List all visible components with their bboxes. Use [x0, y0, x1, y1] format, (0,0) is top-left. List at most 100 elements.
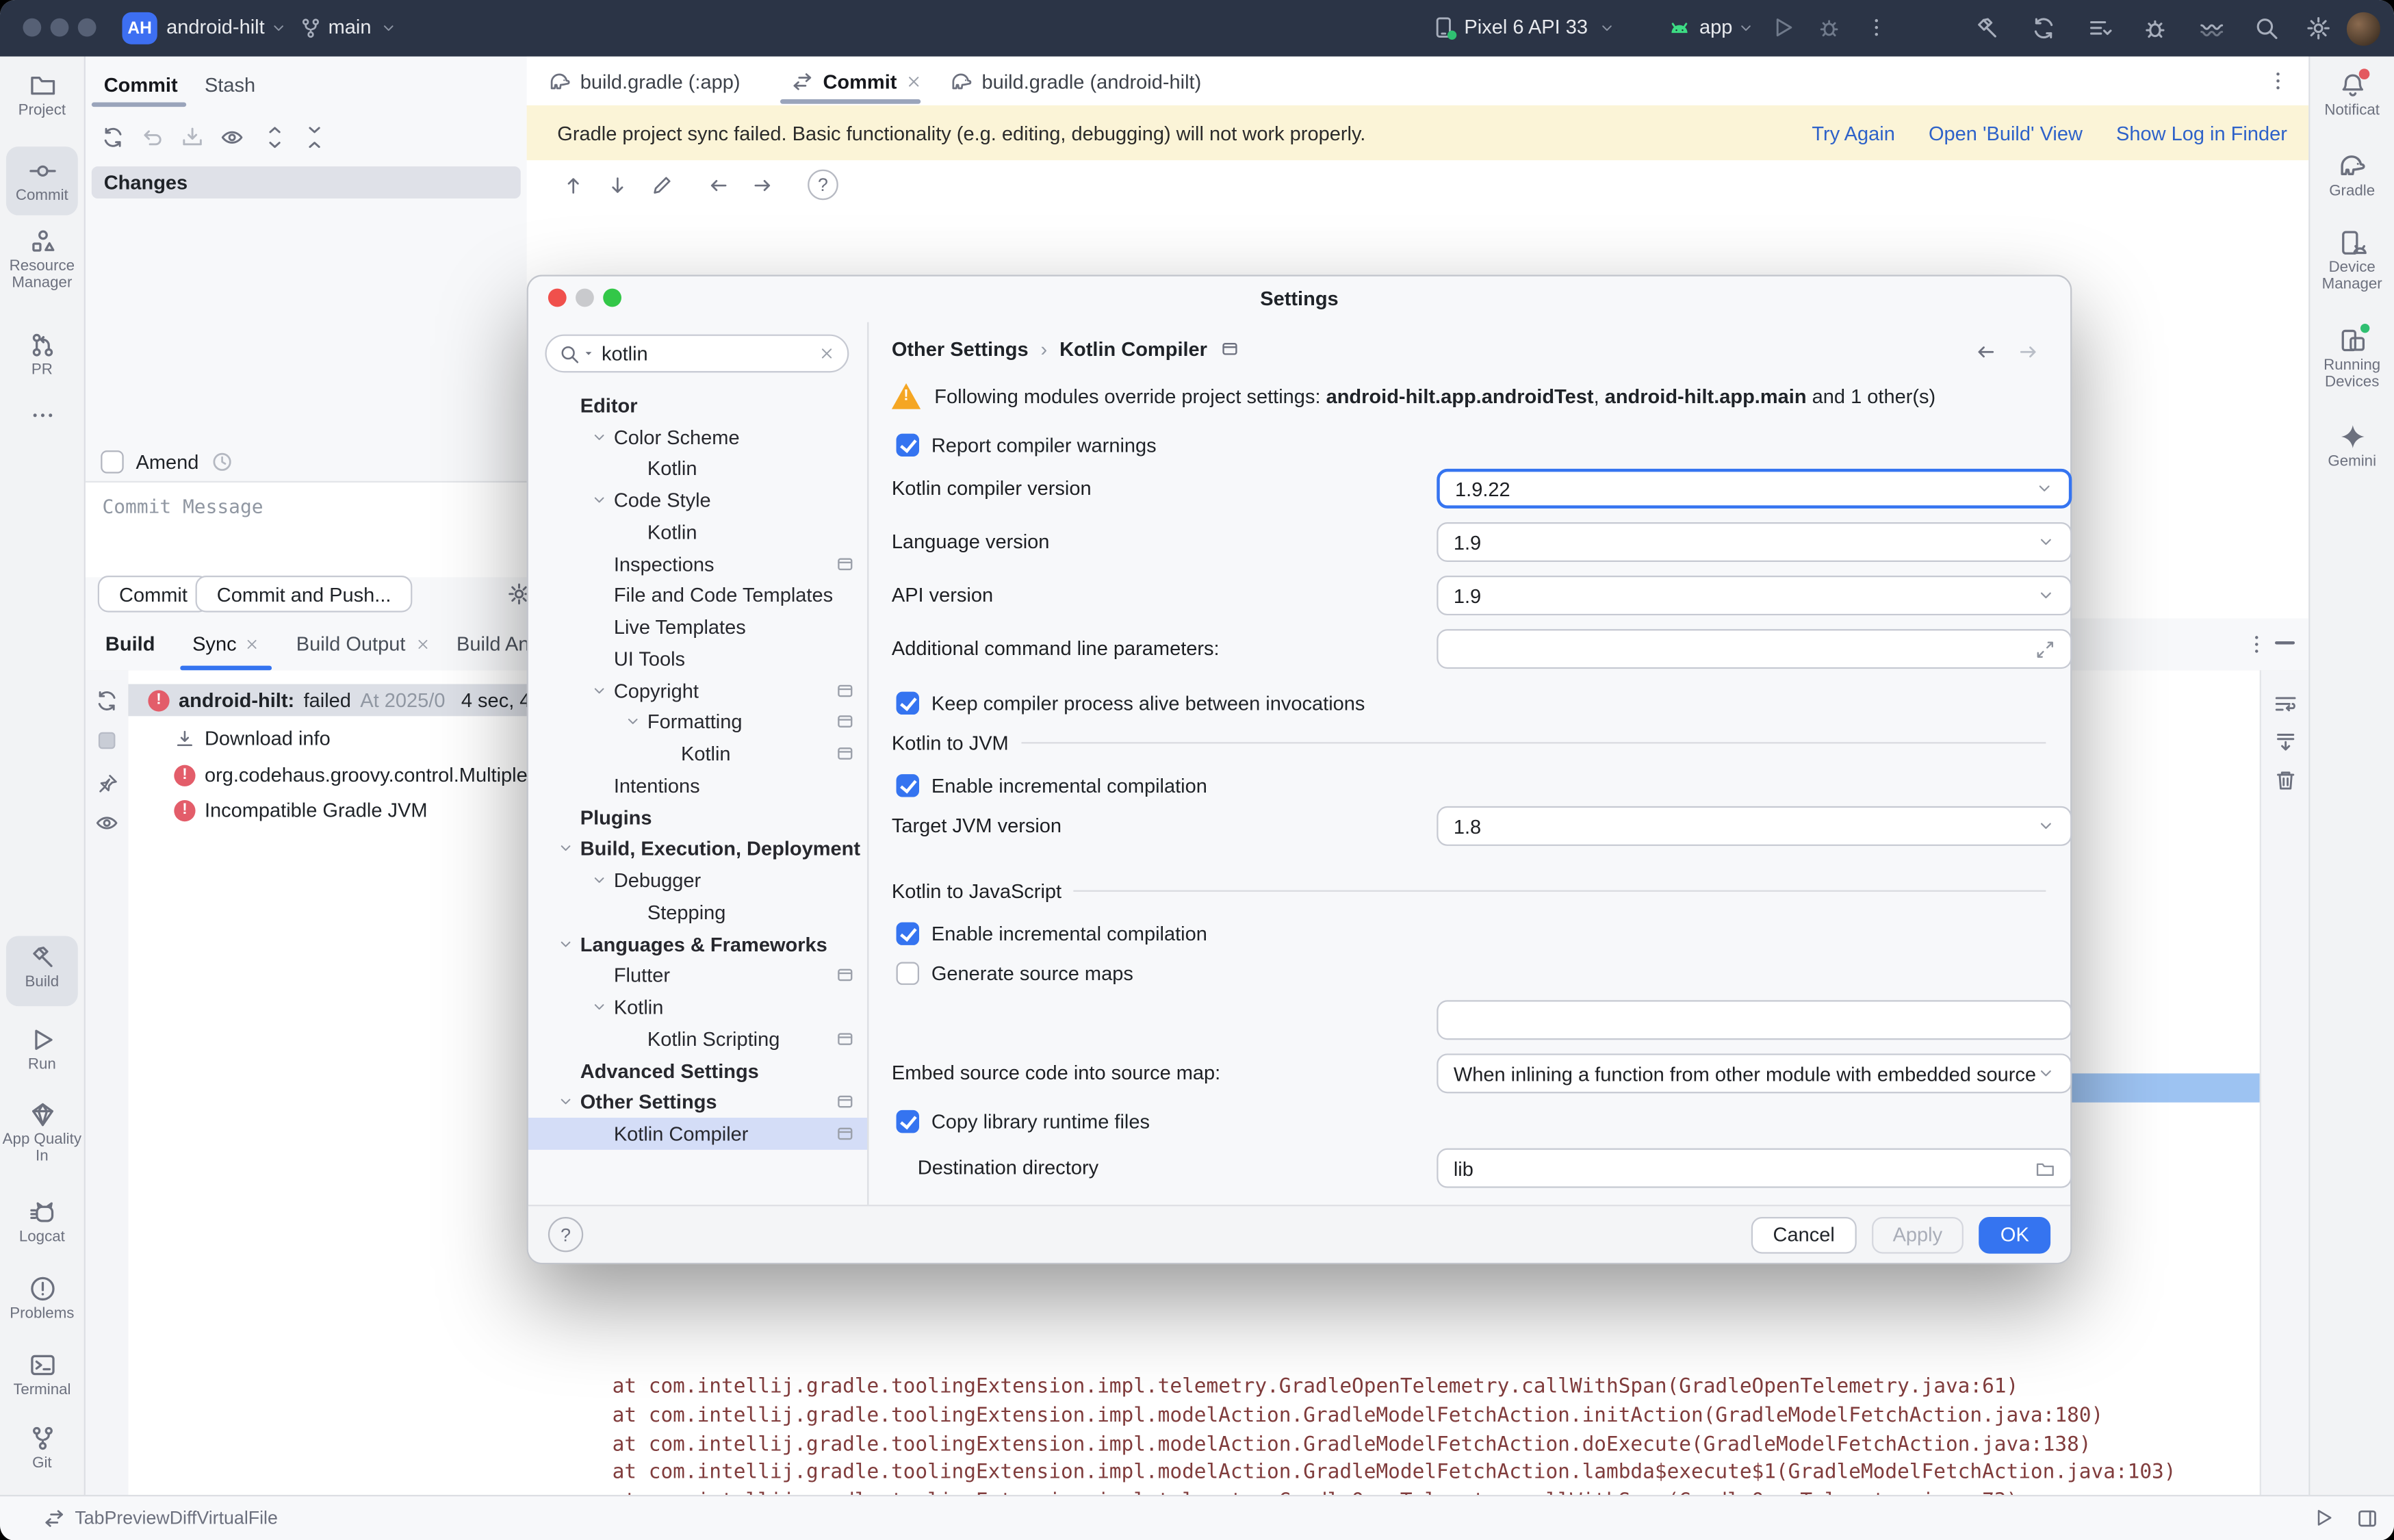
- run-config-selector[interactable]: app: [1699, 15, 1732, 38]
- close-icon[interactable]: [906, 73, 923, 90]
- settings-tree-item[interactable]: Kotlin: [528, 991, 867, 1023]
- settings-tree-item[interactable]: UI Tools: [528, 643, 867, 674]
- settings-tree-item[interactable]: Live Templates: [528, 611, 867, 643]
- status-file-name[interactable]: TabPreviewDiffVirtualFile: [75, 1508, 278, 1529]
- sidebar-item-device-manager[interactable]: Device Manager: [2310, 229, 2394, 294]
- source-map-prefix-input[interactable]: [1437, 1000, 2072, 1040]
- sidebar-item-running-devices[interactable]: Running Devices: [2310, 326, 2394, 392]
- more-tool-windows-icon[interactable]: [0, 402, 84, 429]
- sidebar-item-terminal[interactable]: Terminal: [0, 1351, 84, 1399]
- status-notification-icon[interactable]: [2313, 1508, 2334, 1529]
- settings-tree-item[interactable]: Kotlin: [528, 516, 867, 548]
- tab-build-output[interactable]: Build Output: [296, 632, 406, 655]
- commit-and-push-button[interactable]: Commit and Push...: [196, 576, 413, 613]
- settings-tree-item[interactable]: Copyright: [528, 675, 867, 706]
- preview-eye-icon[interactable]: [94, 811, 119, 836]
- sidebar-item-gemini[interactable]: Gemini: [2310, 423, 2394, 471]
- language-version-select[interactable]: 1.9: [1437, 522, 2072, 562]
- chevron-down-icon[interactable]: [583, 682, 614, 699]
- pin-icon[interactable]: [95, 773, 118, 795]
- back-icon[interactable]: [707, 173, 730, 196]
- settings-tree-item[interactable]: Kotlin Scripting: [528, 1023, 867, 1055]
- settings-tree-item[interactable]: Kotlin: [528, 452, 867, 484]
- stack-trace-line[interactable]: at com.intellij.gradle.toolingExtension.…: [613, 1402, 2189, 1431]
- search-everywhere-icon[interactable]: [2254, 15, 2280, 41]
- api-version-select[interactable]: 1.9: [1437, 576, 2072, 615]
- run-button[interactable]: [1771, 15, 1796, 40]
- settings-tree-item[interactable]: Code Style: [528, 485, 867, 516]
- dialog-minimize-button[interactable]: [576, 289, 594, 307]
- sidebar-item-app-quality-insights[interactable]: App Quality In: [0, 1101, 84, 1166]
- settings-tree-item[interactable]: Kotlin Compiler: [528, 1118, 867, 1150]
- tab-commit-editor[interactable]: Commit: [791, 57, 923, 105]
- sidebar-item-commit[interactable]: Commit: [0, 157, 84, 205]
- scroll-to-end-icon[interactable]: [2273, 730, 2298, 754]
- embed-source-select[interactable]: When inlining a function from other modu…: [1437, 1053, 2072, 1093]
- dialog-zoom-button[interactable]: [603, 289, 621, 307]
- nav-back-icon[interactable]: [1974, 340, 1997, 363]
- sidebar-item-gradle[interactable]: Gradle: [2310, 151, 2394, 201]
- window-close-button[interactable]: [23, 18, 41, 37]
- settings-tree-item[interactable]: File and Code Templates: [528, 580, 867, 611]
- branch-switcher[interactable]: main: [329, 15, 372, 38]
- copy-runtime-checkbox[interactable]: [897, 1109, 919, 1132]
- tab-stash[interactable]: Stash: [205, 73, 255, 96]
- settings-tree-item[interactable]: Advanced Settings: [528, 1055, 867, 1086]
- settings-tree-item[interactable]: Formatting: [528, 706, 867, 738]
- try-again-link[interactable]: Try Again: [1812, 121, 1894, 144]
- editor-tabs-menu-icon[interactable]: [2266, 68, 2291, 93]
- apply-button[interactable]: Apply: [1871, 1216, 1964, 1253]
- debug-button[interactable]: [1817, 15, 1842, 40]
- sidebar-item-project[interactable]: Project: [0, 72, 84, 120]
- expand-all-icon[interactable]: [263, 125, 287, 150]
- shelve-icon[interactable]: [180, 125, 205, 150]
- settings-search-input[interactable]: kotlin: [545, 335, 849, 373]
- device-selector[interactable]: Pixel 6 API 33: [1464, 15, 1588, 38]
- settings-tree-item[interactable]: Build, Execution, Deployment: [528, 833, 867, 864]
- chevron-down-icon[interactable]: [583, 872, 614, 889]
- chevron-down-icon[interactable]: [617, 714, 647, 731]
- sidebar-item-run[interactable]: Run: [0, 1026, 84, 1074]
- settings-tree-item[interactable]: Stepping: [528, 897, 867, 928]
- more-run-options-icon[interactable]: [1864, 15, 1889, 40]
- nav-forward-icon[interactable]: [2017, 340, 2039, 363]
- user-avatar[interactable]: [2347, 12, 2380, 46]
- open-build-view-link[interactable]: Open 'Build' View: [1929, 121, 2083, 144]
- tab-sync[interactable]: Sync: [192, 632, 236, 655]
- sidebar-item-git[interactable]: Git: [0, 1424, 84, 1472]
- settings-tree-item[interactable]: Color Scheme: [528, 421, 867, 452]
- cancel-button[interactable]: Cancel: [1751, 1216, 1856, 1253]
- destination-input[interactable]: lib: [1437, 1148, 2072, 1188]
- compiler-version-select[interactable]: 1.9.22: [1437, 469, 2072, 509]
- build-variants-icon[interactable]: [2087, 15, 2113, 41]
- source-maps-checkbox[interactable]: [897, 961, 919, 984]
- chevron-down-icon[interactable]: [550, 1094, 580, 1111]
- status-layout-icon[interactable]: [2356, 1507, 2378, 1530]
- settings-tree-item[interactable]: Other Settings: [528, 1086, 867, 1118]
- forward-icon[interactable]: [751, 173, 774, 196]
- chevron-down-icon[interactable]: [583, 999, 614, 1016]
- settings-tree-item[interactable]: Debugger: [528, 864, 867, 896]
- history-clock-icon[interactable]: [211, 450, 233, 473]
- next-change-icon[interactable]: [606, 173, 629, 196]
- collapse-all-icon[interactable]: [303, 125, 327, 150]
- clear-search-icon[interactable]: [819, 345, 836, 362]
- amend-checkbox[interactable]: [101, 450, 123, 473]
- stack-trace-line[interactable]: at com.intellij.gradle.toolingExtension.…: [613, 1432, 2189, 1461]
- folder-icon[interactable]: [2035, 1158, 2055, 1178]
- sidebar-item-build[interactable]: Build: [0, 944, 84, 992]
- dialog-close-button[interactable]: [548, 289, 567, 307]
- changes-group-row[interactable]: Changes: [92, 166, 521, 198]
- commit-button[interactable]: Commit: [98, 576, 209, 613]
- show-diff-eye-icon[interactable]: [220, 125, 244, 150]
- prev-change-icon[interactable]: [562, 173, 584, 196]
- settings-tree-item[interactable]: Inspections: [528, 548, 867, 579]
- build-hammer-icon[interactable]: [1974, 15, 2000, 41]
- settings-gear-icon[interactable]: [2306, 15, 2332, 41]
- search-options-caret-icon[interactable]: [582, 346, 595, 360]
- window-zoom-button[interactable]: [78, 18, 96, 37]
- resync-icon[interactable]: [94, 689, 119, 713]
- chevron-down-icon[interactable]: [550, 936, 580, 953]
- close-icon[interactable]: [244, 637, 259, 652]
- show-log-in-finder-link[interactable]: Show Log in Finder: [2116, 121, 2287, 144]
